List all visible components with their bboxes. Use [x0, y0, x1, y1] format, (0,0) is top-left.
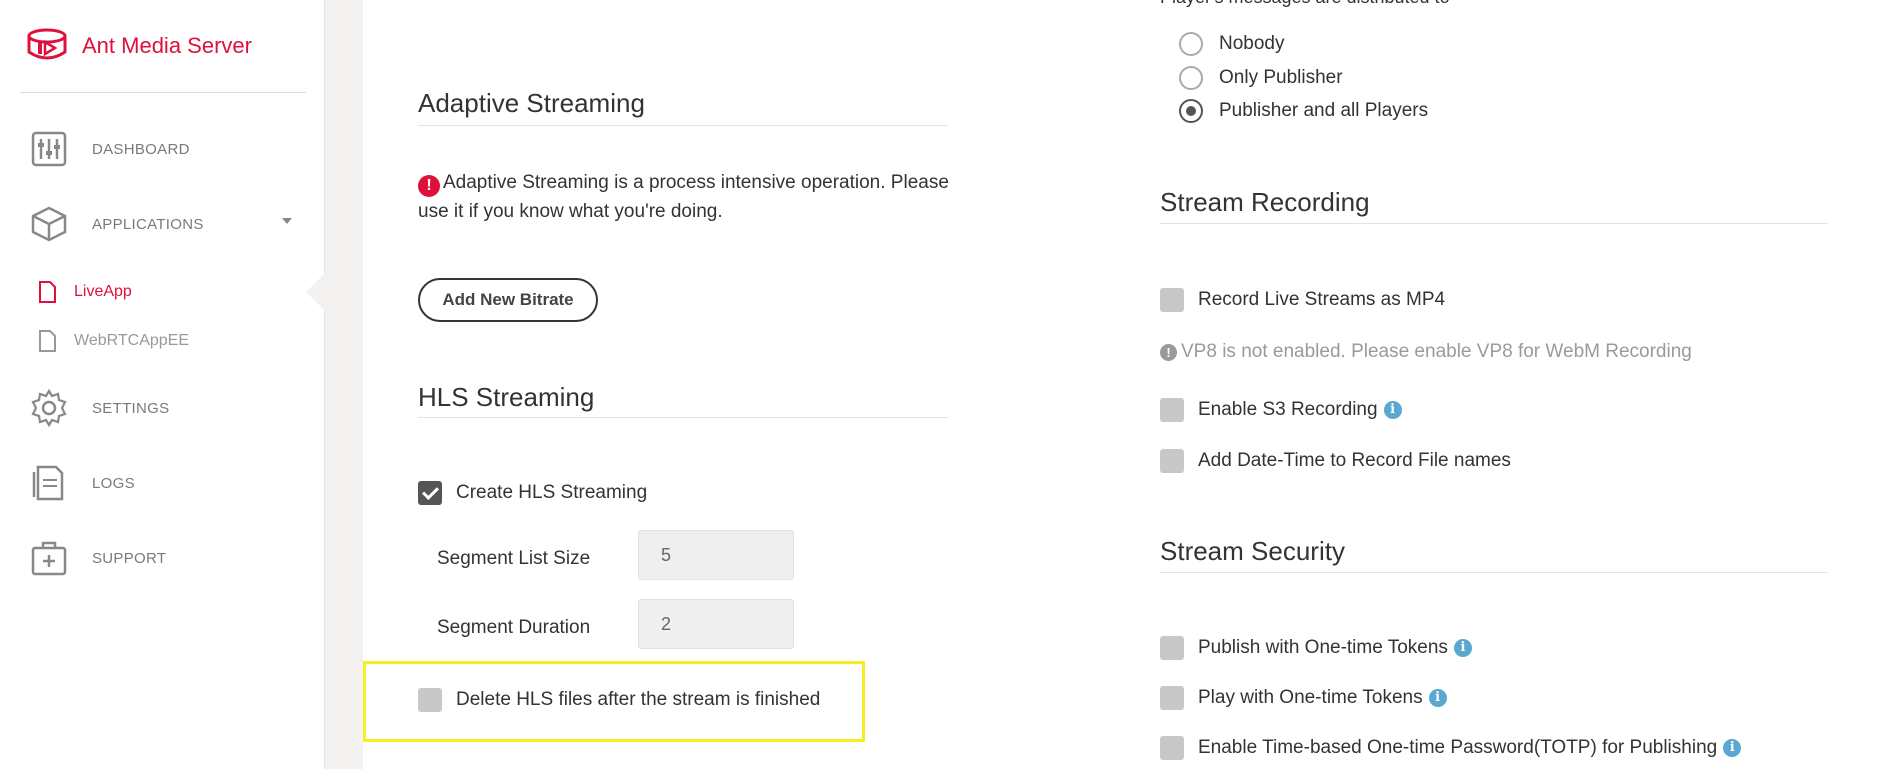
exclamation-icon: ! — [1160, 343, 1177, 361]
delete-hls-row[interactable]: Delete HLS files after the stream is fin… — [418, 688, 820, 712]
adaptive-warning: ! Adaptive Streaming is a process intensi… — [418, 168, 978, 226]
stream-recording-title: Stream Recording — [1160, 187, 1370, 217]
play-token-label: Play with One-time Tokens — [1198, 687, 1423, 708]
hls-streaming-title: HLS Streaming — [418, 382, 595, 412]
main-content: Player's messages are distributed to Ada… — [363, 0, 1887, 769]
delete-hls-label: Delete HLS files after the stream is fin… — [456, 689, 821, 710]
sidebar-item-webrtcappee-label: WebRTCAppEE — [74, 332, 190, 349]
publish-token-label: Publish with One-time Tokens — [1198, 637, 1448, 658]
s3-recording-checkbox[interactable] — [1160, 398, 1184, 422]
s3-recording-label: Enable S3 Recording — [1198, 399, 1378, 420]
ant-media-logo-icon — [27, 28, 67, 60]
info-icon[interactable]: i — [1383, 401, 1402, 419]
divider — [1160, 572, 1828, 573]
divider — [1160, 223, 1828, 224]
s3-recording-row[interactable]: Enable S3 Recording i — [1160, 398, 1402, 422]
radio-nobody-label: Nobody — [1219, 33, 1285, 54]
totp-checkbox[interactable] — [1160, 736, 1184, 760]
sidebar-item-webrtcappee[interactable]: WebRTCAppEE — [38, 330, 189, 352]
nav-support[interactable]: SUPPORT — [30, 539, 166, 577]
create-hls-row[interactable]: Create HLS Streaming — [418, 481, 647, 505]
delete-hls-checkbox[interactable] — [418, 688, 442, 712]
record-mp4-checkbox[interactable] — [1160, 288, 1184, 312]
nav-settings-label: SETTINGS — [92, 399, 170, 417]
gear-icon — [31, 389, 67, 427]
datetime-row[interactable]: Add Date-Time to Record File names — [1160, 449, 1511, 473]
info-icon[interactable]: i — [1723, 739, 1742, 757]
box-icon — [31, 206, 67, 242]
brand-logo[interactable]: Ant Media Server — [26, 28, 252, 64]
divider — [418, 125, 948, 126]
vp8-note-text: VP8 is not enabled. Please enable VP8 fo… — [1181, 341, 1692, 362]
nav-applications-label: APPLICATIONS — [92, 215, 204, 233]
datetime-label: Add Date-Time to Record File names — [1198, 450, 1511, 471]
create-hls-checkbox[interactable] — [418, 481, 442, 505]
divider — [20, 92, 306, 93]
file-icon — [39, 281, 56, 303]
divider — [418, 417, 948, 418]
radio-publisher-all-button[interactable] — [1179, 99, 1203, 123]
radio-publisher-all-label: Publisher and all Players — [1219, 100, 1429, 121]
info-icon[interactable]: i — [1428, 689, 1447, 707]
segment-list-size-input[interactable] — [638, 530, 794, 580]
radio-only-publisher-label: Only Publisher — [1219, 67, 1343, 88]
sliders-icon — [31, 131, 67, 167]
document-icon — [32, 465, 64, 501]
chevron-down-icon[interactable] — [282, 218, 292, 224]
nav-dashboard[interactable]: DASHBOARD — [30, 130, 190, 168]
segment-duration-label: Segment Duration — [437, 617, 591, 638]
radio-nobody[interactable]: Nobody — [1179, 32, 1285, 56]
exclamation-icon: ! — [418, 175, 440, 197]
nav-settings[interactable]: SETTINGS — [30, 389, 169, 427]
sidebar: Ant Media Server DASHBOARD APPLICATIONS … — [0, 0, 325, 769]
first-aid-kit-icon — [31, 541, 67, 576]
sidebar-item-liveapp[interactable]: LiveApp — [38, 281, 132, 303]
nav-logs-label: LOGS — [92, 474, 135, 492]
totp-row[interactable]: Enable Time-based One-time Password(TOTP… — [1160, 736, 1742, 760]
radio-only-publisher[interactable]: Only Publisher — [1179, 66, 1343, 90]
nav-support-label: SUPPORT — [92, 549, 167, 567]
adaptive-streaming-title: Adaptive Streaming — [418, 88, 645, 118]
adaptive-warning-text: Adaptive Streaming is a process intensiv… — [418, 172, 949, 222]
active-indicator — [306, 272, 326, 312]
info-icon[interactable]: i — [1453, 639, 1472, 657]
radio-publisher-all[interactable]: Publisher and all Players — [1179, 99, 1428, 123]
publish-token-row[interactable]: Publish with One-time Tokens i — [1160, 636, 1472, 660]
stream-security-title: Stream Security — [1160, 536, 1345, 566]
segment-list-size-label: Segment List Size — [437, 548, 591, 569]
vp8-note: ! VP8 is not enabled. Please enable VP8 … — [1160, 341, 1692, 363]
sidebar-item-liveapp-label: LiveApp — [74, 283, 132, 300]
add-new-bitrate-button[interactable]: Add New Bitrate — [418, 278, 598, 322]
record-mp4-label: Record Live Streams as MP4 — [1198, 289, 1446, 310]
radio-only-publisher-button[interactable] — [1179, 66, 1203, 90]
create-hls-label: Create HLS Streaming — [456, 482, 648, 503]
radio-nobody-button[interactable] — [1179, 32, 1203, 56]
brand-name: Ant Media Server — [82, 33, 252, 58]
publish-token-checkbox[interactable] — [1160, 636, 1184, 660]
nav-logs[interactable]: LOGS — [30, 464, 135, 502]
play-token-checkbox[interactable] — [1160, 686, 1184, 710]
content-gutter — [325, 0, 363, 769]
datetime-checkbox[interactable] — [1160, 449, 1184, 473]
nav-dashboard-label: DASHBOARD — [92, 140, 190, 158]
segment-duration-input[interactable] — [638, 599, 794, 649]
totp-label: Enable Time-based One-time Password(TOTP… — [1198, 737, 1718, 758]
players-heading: Player's messages are distributed to — [1160, 0, 1450, 8]
record-mp4-row[interactable]: Record Live Streams as MP4 — [1160, 288, 1445, 312]
play-token-row[interactable]: Play with One-time Tokens i — [1160, 686, 1447, 710]
file-icon — [39, 330, 56, 352]
nav-applications[interactable]: APPLICATIONS — [30, 205, 204, 243]
